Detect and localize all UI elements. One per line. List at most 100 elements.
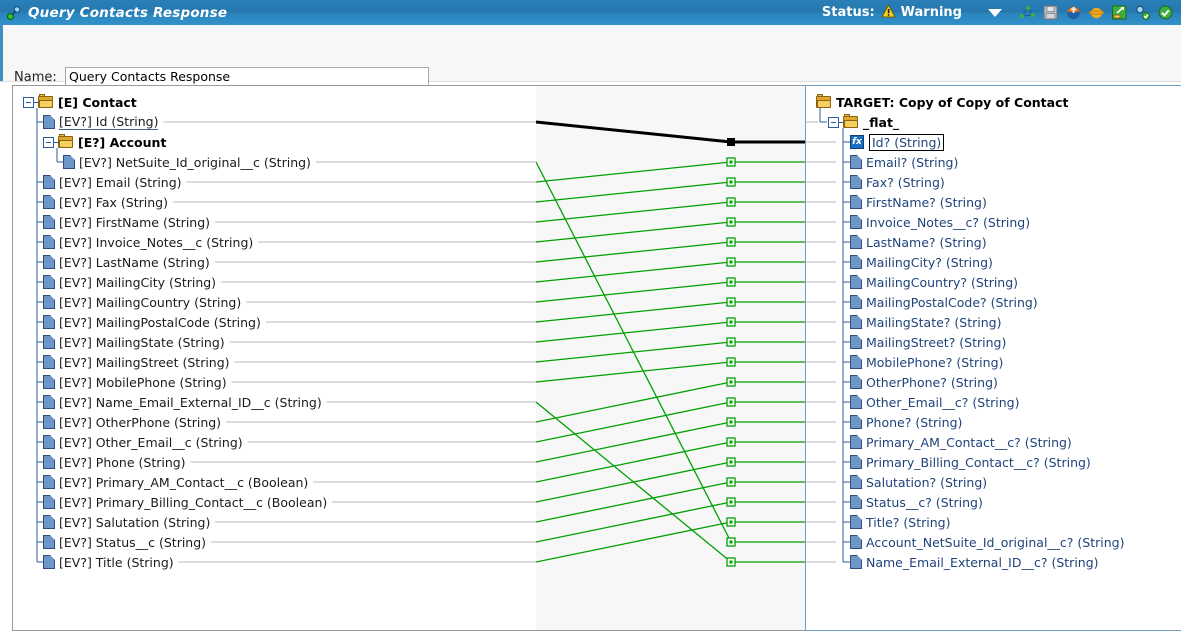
tree-field-node[interactable]: [EV?] FirstName (String) bbox=[43, 212, 210, 232]
tree-expander-icon[interactable] bbox=[828, 116, 839, 128]
tree-node-label: [E] Contact bbox=[58, 94, 137, 110]
orange-sphere-icon[interactable] bbox=[1088, 4, 1105, 21]
tree-field-node[interactable]: [EV?] LastName (String) bbox=[43, 252, 210, 272]
tree-field-node[interactable]: [EV?] OtherPhone (String) bbox=[43, 412, 221, 432]
tree-field-node[interactable]: Phone? (String) bbox=[850, 412, 962, 432]
tree-field-node[interactable]: MailingCity? (String) bbox=[850, 252, 993, 272]
mapping-link[interactable] bbox=[536, 437, 805, 483]
folder-icon bbox=[58, 133, 74, 149]
tree-field-node[interactable]: MailingPostalCode? (String) bbox=[850, 292, 1038, 312]
tree-field-node[interactable]: Invoice_Notes__c? (String) bbox=[850, 212, 1030, 232]
name-toolbar: Name: bbox=[0, 25, 1181, 86]
tree-field-node[interactable]: Name_Email_External_ID__c? (String) bbox=[850, 552, 1099, 572]
status-label: Status: bbox=[821, 5, 875, 20]
tree-field-node[interactable]: [EV?] MailingCountry (String) bbox=[43, 292, 241, 312]
export-folder-icon[interactable] bbox=[1111, 4, 1128, 21]
tree-field-node[interactable]: [EV?] MailingState (String) bbox=[43, 332, 225, 352]
warning-triangle-icon bbox=[880, 3, 896, 22]
target-tree-panel[interactable]: TARGET: Copy of Copy of Contact _flat_ fx I… bbox=[805, 85, 1181, 631]
function-fx-icon[interactable]: fx bbox=[850, 135, 864, 149]
tree-field-node[interactable]: LastName? (String) bbox=[850, 232, 987, 252]
tree-field-node[interactable]: [EV?] Status__c (String) bbox=[43, 532, 206, 552]
field-document-icon bbox=[43, 115, 55, 129]
tree-field-node[interactable]: MobilePhone? (String) bbox=[850, 352, 1003, 372]
tree-field-node[interactable]: MailingStreet? (String) bbox=[850, 332, 1006, 352]
tree-field-node[interactable]: Salutation? (String) bbox=[850, 472, 987, 492]
tree-field-node[interactable]: [EV?] Phone (String) bbox=[43, 452, 186, 472]
tree-folder-node[interactable]: TARGET: Copy of Copy of Contact bbox=[816, 92, 1068, 112]
mapping-link[interactable] bbox=[536, 377, 805, 423]
graph-network-icon[interactable] bbox=[1019, 4, 1036, 21]
mapping-link[interactable] bbox=[536, 217, 805, 243]
tree-folder-node[interactable]: _flat_ bbox=[828, 112, 899, 132]
tree-folder-node[interactable]: [E?] Account bbox=[43, 132, 166, 152]
mapping-link[interactable] bbox=[536, 337, 805, 363]
field-document-icon bbox=[850, 355, 862, 369]
tree-field-node[interactable]: [EV?] NetSuite_Id_original__c (String) bbox=[63, 152, 311, 172]
tree-field-node[interactable]: FirstName? (String) bbox=[850, 192, 987, 212]
tree-node-label: [EV?] Phone (String) bbox=[59, 454, 186, 470]
tree-node-label: Invoice_Notes__c? (String) bbox=[866, 214, 1031, 230]
mapping-link[interactable] bbox=[536, 197, 805, 223]
tree-node-label: Primary_AM_Contact__c? (String) bbox=[866, 434, 1072, 450]
tree-field-node[interactable]: Other_Email__c? (String) bbox=[850, 392, 1019, 412]
name-input[interactable] bbox=[65, 67, 429, 86]
tree-field-node[interactable]: [EV?] Title (String) bbox=[43, 552, 174, 572]
tree-field-node[interactable]: [EV?] MailingPostalCode (String) bbox=[43, 312, 261, 332]
mapping-canvas[interactable] bbox=[536, 85, 805, 631]
tree-field-node[interactable]: [EV?] MobilePhone (String) bbox=[43, 372, 227, 392]
mapping-link[interactable] bbox=[536, 157, 805, 183]
source-tree-panel[interactable]: [E] Contact [EV?] Id (String) [E?] Account… bbox=[12, 85, 538, 631]
field-document-icon bbox=[43, 395, 55, 409]
tree-field-node[interactable]: [EV?] Invoice_Notes__c (String) bbox=[43, 232, 253, 252]
mapping-link[interactable] bbox=[536, 177, 805, 203]
mapping-link[interactable] bbox=[536, 317, 805, 343]
tree-field-node[interactable]: Email? (String) bbox=[850, 152, 958, 172]
tree-field-node[interactable]: Fax? (String) bbox=[850, 172, 945, 192]
tree-field-node[interactable]: [EV?] MailingCity (String) bbox=[43, 272, 216, 292]
check-circle-icon[interactable] bbox=[1157, 4, 1174, 21]
tree-field-node[interactable]: [EV?] Other_Email__c (String) bbox=[43, 432, 243, 452]
field-document-icon bbox=[43, 455, 55, 469]
window-title: Query Contacts Response bbox=[28, 4, 228, 21]
tree-field-node[interactable]: [EV?] Id (String) bbox=[43, 112, 159, 132]
validate-icon[interactable] bbox=[1134, 4, 1151, 21]
tree-field-node[interactable]: Primary_AM_Contact__c? (String) bbox=[850, 432, 1072, 452]
mapping-link[interactable] bbox=[536, 277, 805, 303]
tree-node-label: [E?] Account bbox=[78, 134, 167, 150]
tree-field-node[interactable]: [EV?] Primary_Billing_Contact__c (Boolea… bbox=[43, 492, 327, 512]
tree-field-node[interactable]: Account_NetSuite_Id_original__c? (String… bbox=[850, 532, 1124, 552]
tree-field-node[interactable]: Primary_Billing_Contact__c? (String) bbox=[850, 452, 1091, 472]
mapping-link[interactable] bbox=[536, 517, 805, 563]
chevron-down-icon[interactable] bbox=[988, 8, 1002, 17]
mapping-link[interactable] bbox=[536, 497, 805, 543]
tree-expander-icon[interactable] bbox=[43, 136, 54, 148]
field-document-icon bbox=[850, 175, 862, 189]
tree-field-node[interactable]: [EV?] Email (String) bbox=[43, 172, 182, 192]
tree-field-node[interactable]: [EV?] Name_Email_External_ID__c (String) bbox=[43, 392, 322, 412]
mapping-link[interactable] bbox=[536, 357, 805, 383]
save-disk-icon[interactable] bbox=[1042, 4, 1059, 21]
mapping-link[interactable] bbox=[536, 120, 805, 146]
tree-field-node[interactable]: [EV?] Primary_AM_Contact__c (Boolean) bbox=[43, 472, 308, 492]
tree-folder-node[interactable]: [E] Contact bbox=[23, 92, 137, 112]
field-document-icon bbox=[43, 175, 55, 189]
tree-node-label: OtherPhone? (String) bbox=[866, 374, 998, 390]
tree-field-node[interactable]: OtherPhone? (String) bbox=[850, 372, 998, 392]
tree-field-node[interactable]: Status__c? (String) bbox=[850, 492, 983, 512]
mapping-link[interactable] bbox=[536, 297, 805, 323]
mapping-link[interactable] bbox=[536, 161, 805, 547]
mapping-link[interactable] bbox=[536, 257, 805, 283]
tree-expander-icon[interactable] bbox=[23, 96, 34, 108]
deploy-globe-icon[interactable] bbox=[1065, 4, 1082, 21]
tree-field-node[interactable]: MailingState? (String) bbox=[850, 312, 1001, 332]
tree-field-node[interactable]: Title? (String) bbox=[850, 512, 950, 532]
tree-field-node[interactable]: [EV?] Salutation (String) bbox=[43, 512, 210, 532]
mapping-link[interactable] bbox=[536, 457, 805, 503]
mapping-link[interactable] bbox=[536, 477, 805, 523]
tree-field-node[interactable]: fx Id? (String) bbox=[850, 132, 945, 152]
field-document-icon bbox=[850, 535, 862, 549]
tree-field-node[interactable]: [EV?] Fax (String) bbox=[43, 192, 168, 212]
tree-field-node[interactable]: MailingCountry? (String) bbox=[850, 272, 1018, 292]
tree-field-node[interactable]: [EV?] MailingStreet (String) bbox=[43, 352, 230, 372]
